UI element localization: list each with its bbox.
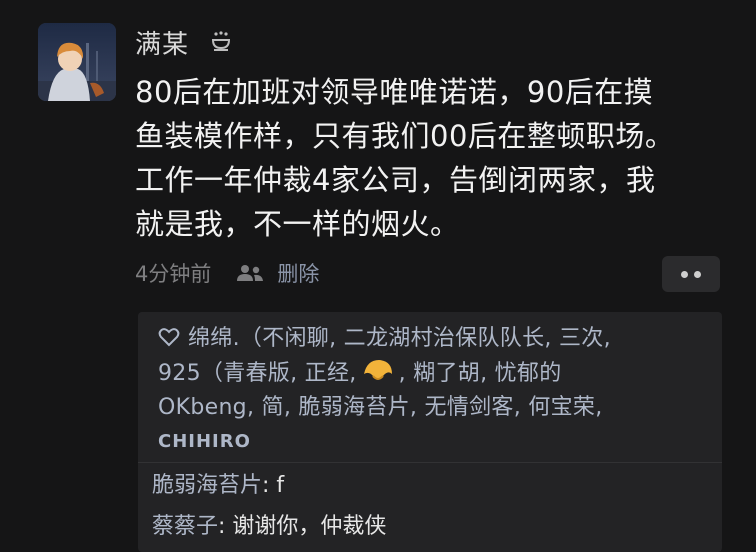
comment-item[interactable]: 蔡蔡子: 谢谢你，仲裁侠	[152, 508, 386, 540]
more-dots-icon	[681, 270, 688, 278]
divider	[138, 462, 722, 463]
fortune-cookie-emoji-icon	[363, 360, 392, 380]
comment-item[interactable]: 脆弱海苔片: f	[152, 467, 284, 499]
likes-comments-panel: 绵绵.（不闲聊, 二龙湖村治保队队长, 三次, 925（青春版, 正经, , 糊…	[138, 312, 722, 552]
comment-author[interactable]: 蔡蔡子	[152, 514, 218, 539]
post-line: 鱼装模作样，只有我们00后在整顿职场。	[135, 119, 675, 153]
comment-text: f	[269, 473, 285, 498]
post-line: 80后在加班对领导唯唯诺诺，90后在摸	[135, 75, 654, 109]
likes-line[interactable]: 925（青春版, 正经,	[158, 361, 357, 386]
likes-list: 绵绵.（不闲聊, 二龙湖村治保队队长, 三次, 925（青春版, 正经, , 糊…	[158, 322, 718, 459]
likes-line[interactable]: , 糊了胡, 忧郁的	[399, 361, 562, 386]
comment-author[interactable]: 脆弱海苔片	[152, 473, 262, 498]
avatar[interactable]	[38, 23, 116, 101]
friends-icon	[237, 265, 264, 281]
more-dots-icon	[694, 270, 701, 278]
username[interactable]: 满某	[135, 24, 189, 61]
post-text: 80后在加班对领导唯唯诺诺，90后在摸 鱼装模作样，只有我们00后在整顿职场。 …	[135, 70, 735, 246]
post-meta: 4分钟前 删除	[135, 258, 319, 288]
more-button[interactable]	[662, 256, 720, 292]
timestamp: 4分钟前	[135, 262, 212, 286]
post-line: 就是我，不一样的烟火。	[135, 207, 460, 241]
likes-line[interactable]: OKbeng, 简, 脆弱海苔片, 无情剑客, 何宝荣,	[158, 391, 718, 425]
post-line: 工作一年仲裁4家公司，告倒闭两家，我	[135, 163, 656, 197]
cup-badge-icon	[211, 31, 231, 51]
heart-icon	[158, 328, 180, 347]
likes-line[interactable]: CHIHIRO	[158, 425, 718, 459]
likes-line[interactable]: 绵绵.（不闲聊, 二龙湖村治保队队长, 三次,	[188, 326, 611, 351]
anime-avatar-icon	[38, 23, 116, 101]
comment-text: 谢谢你，仲裁侠	[225, 514, 387, 539]
delete-link[interactable]: 删除	[277, 258, 319, 288]
